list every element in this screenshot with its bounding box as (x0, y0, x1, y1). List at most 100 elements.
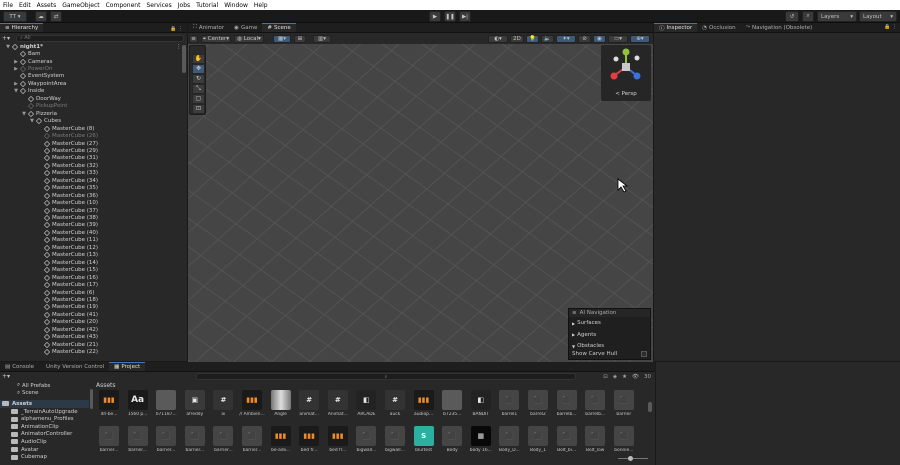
menu-item-edit[interactable]: Edit (19, 2, 31, 9)
project-tree-item[interactable]: ⌕ All Prefabs (4, 382, 50, 390)
project-tree-item[interactable]: AudioClip (4, 438, 47, 446)
asset-item[interactable]: ⬛ barrier... (182, 426, 208, 460)
project-tree-item[interactable]: AnimationClip (4, 423, 59, 431)
star-icon[interactable]: ★ (622, 374, 627, 380)
toggle-2d-button[interactable]: 2D (510, 35, 524, 43)
asset-item[interactable]: 071187... (153, 390, 179, 424)
tab-occlusion[interactable]: ◔ Occlusion (697, 23, 740, 32)
hierarchy-search-input[interactable]: ⌕ All (16, 34, 184, 42)
tab-animator[interactable]: ⛶ Animator (188, 23, 229, 32)
gizmos-icon[interactable]: ⊕▾ (630, 35, 650, 43)
tab-navigation-obsolete[interactable]: ⤳ Navigation (Obsolete) (741, 23, 818, 32)
hierarchy-row[interactable]: MasterCube (15) (0, 267, 98, 274)
asset-item[interactable]: ▮▮▮ bed fr... (296, 426, 322, 460)
hierarchy-row[interactable]: ▼ Cubes (0, 118, 61, 125)
asset-item[interactable]: ⬛ Body_1 (525, 426, 551, 460)
space-dropdown[interactable]: ◍ Local ▾ (234, 35, 264, 43)
visibility-icon[interactable]: ◉ (593, 35, 606, 43)
hierarchy-scrollbar[interactable] (182, 45, 186, 73)
hierarchy-row[interactable]: MasterCube (6) (0, 289, 95, 296)
icon-size-slider[interactable] (618, 456, 648, 461)
layout-dropdown[interactable]: Layout ▾ (859, 11, 897, 22)
tool-dropdown[interactable]: ≡ (189, 35, 198, 43)
asset-item[interactable]: ⬛ barrier... (96, 426, 122, 460)
hierarchy-row[interactable]: MasterCube (14) (0, 259, 98, 266)
asset-grid-scrollbar[interactable] (648, 402, 652, 412)
menu-item-assets[interactable]: Assets (37, 2, 57, 9)
tab-inspector[interactable]: ⓘ Inspector (654, 23, 698, 32)
hierarchy-row[interactable]: MasterCube (10) (0, 199, 98, 207)
asset-item[interactable]: ◧ ARCADE (353, 390, 379, 424)
hierarchy-row[interactable]: MasterCube (17) (0, 281, 98, 289)
hierarchy-row[interactable]: PickupPoint (0, 103, 67, 110)
scale-tool-icon[interactable]: ⤡ (192, 84, 205, 94)
orientation-gizmo[interactable]: < Persp (601, 45, 651, 101)
asset-item[interactable]: ⬛ barrelb... (582, 390, 608, 424)
snap-icon[interactable]: ⊞ (294, 35, 306, 43)
hierarchy-row[interactable]: ▶ Cameras (0, 58, 52, 65)
hierarchy-row[interactable]: ▶ WaypointArea (0, 80, 66, 88)
hierarchy-row[interactable]: MasterCube (19) (0, 304, 98, 311)
ai-nav-item-agents[interactable]: ▶ Agents (569, 331, 596, 339)
hierarchy-row[interactable]: MasterCube (38) (0, 214, 98, 222)
hierarchy-row[interactable]: MasterCube (22) (0, 348, 98, 356)
collab-icon[interactable]: ⇄ (50, 11, 62, 22)
tab-scene[interactable]: # Scene (262, 23, 296, 32)
hierarchy-row[interactable]: MasterCube (11) (0, 237, 98, 244)
history-icon[interactable]: ↺ (785, 11, 799, 22)
project-tree-item[interactable]: Avatar (4, 446, 39, 454)
asset-item[interactable]: ⬛ barrier... (125, 426, 151, 460)
hierarchy-row[interactable]: ▼ Inside (0, 88, 44, 95)
hierarchy-row[interactable]: MasterCube (43) (0, 334, 98, 341)
move-tool-icon[interactable]: ✥ (192, 64, 205, 74)
asset-item[interactable]: ⬛ barrel2 (525, 390, 551, 424)
hierarchy-row[interactable]: MasterCube (26) (0, 132, 98, 140)
hierarchy-row[interactable]: MasterCube (8) (0, 125, 95, 132)
hierarchy-row[interactable]: MasterCube (20) (0, 319, 98, 326)
hierarchy-row[interactable]: MasterCube (21) (0, 341, 98, 348)
search-by-type-icon[interactable]: ⊡ (603, 374, 608, 380)
search-icon[interactable]: ⌕ (802, 11, 814, 22)
layers-dropdown[interactable]: Layers ▾ (817, 11, 857, 22)
lighting-icon[interactable]: 💡 (526, 35, 539, 43)
hierarchy-row[interactable]: MasterCube (12) (0, 244, 98, 252)
account-dropdown[interactable]: TT ▾ (3, 11, 27, 22)
asset-item[interactable]: ⬛ barrier... (210, 426, 236, 460)
asset-item[interactable]: b7235... (439, 390, 465, 424)
scene-view[interactable]: ✋ ✥ ↻ ⤡ ▢ ⊡ < Persp ≡ AI Navigation ▶ Sur… (188, 44, 653, 362)
project-tree-item[interactable]: AnimatorController (4, 431, 72, 439)
asset-item[interactable]: Sblurtest (411, 426, 437, 460)
icon-size-slider-handle[interactable] (628, 456, 633, 461)
asset-item[interactable]: Aa 1560 p... (125, 390, 151, 424)
ai-nav-item-surfaces[interactable]: ▶ Surfaces (569, 319, 601, 327)
menu-item-window[interactable]: Window (224, 2, 248, 9)
hidden-objects-icon[interactable]: ⊘ (578, 35, 591, 43)
rotate-tool-icon[interactable]: ↻ (192, 74, 205, 84)
asset-item[interactable]: ▮▮▮ audiop... (411, 390, 437, 424)
asset-item[interactable]: ▦ body 16... (468, 426, 494, 460)
grid-snap-icon[interactable]: ▦▾ (273, 35, 291, 43)
hierarchy-row[interactable]: MasterCube (32) (0, 162, 98, 170)
asset-item[interactable]: ⬛ barrier... (239, 426, 265, 460)
hierarchy-row[interactable]: MasterCube (36) (0, 192, 98, 199)
foldout-arrow-icon[interactable]: ▼ (12, 88, 20, 94)
asset-item[interactable]: ⬛ bigwall... (353, 426, 379, 460)
hierarchy-row[interactable]: ▼ night1* ⋮ (0, 43, 182, 50)
add-icon[interactable]: +▾ (2, 35, 16, 42)
shading-mode-icon[interactable]: ◐▾ (488, 35, 508, 43)
project-breadcrumb[interactable]: Assets (95, 381, 650, 390)
asset-item[interactable]: ⬛ Bolt_bi... (554, 426, 580, 460)
menu-item-tutorial[interactable]: Tutorial (196, 2, 218, 9)
asset-item[interactable]: ▮▮▮ bed fr... (325, 426, 351, 460)
hand-tool-icon[interactable]: ✋ (192, 54, 205, 64)
asset-item[interactable]: ⬛ Body_D... (496, 426, 522, 460)
menu-item-file[interactable]: File (3, 2, 13, 9)
effects-icon[interactable]: ✦▾ (556, 35, 576, 43)
cloud-icon[interactable]: ☁ (35, 11, 47, 22)
camera-icon[interactable]: ▭▾ (608, 35, 628, 43)
eye-icon[interactable]: 👁 (632, 374, 639, 380)
asset-item[interactable]: Angle (268, 390, 294, 424)
project-tree-item[interactable]: Assets (0, 400, 89, 408)
pause-button[interactable]: ❚❚ (444, 11, 456, 22)
tab-game[interactable]: ◉ Game (229, 23, 262, 32)
